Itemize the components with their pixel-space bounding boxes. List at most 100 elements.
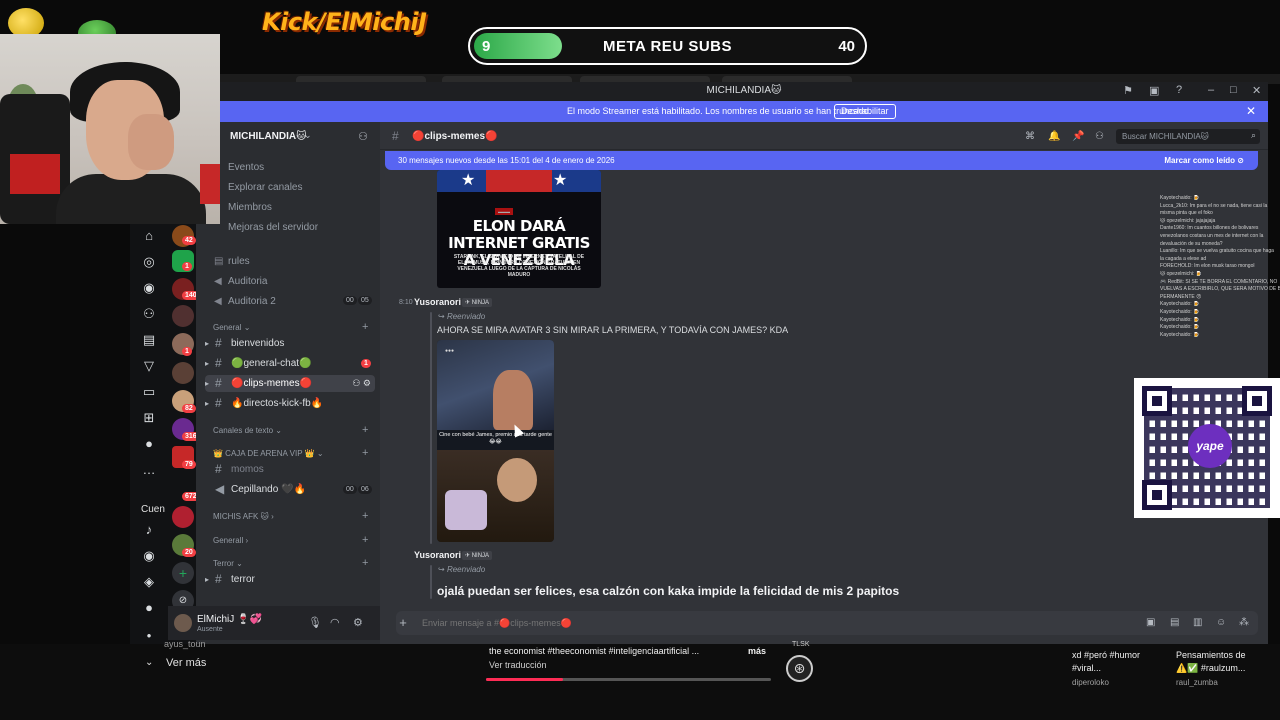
add-icon[interactable]: ⊞ — [138, 410, 160, 426]
message-author[interactable]: Yusoranori — [414, 297, 461, 307]
username[interactable]: ElMichiJ 🍷💞 — [197, 614, 262, 625]
sidebar-item-events[interactable]: Eventos — [214, 162, 264, 173]
add-channel-icon[interactable]: + — [362, 321, 368, 333]
new-messages-bar[interactable]: 30 mensajes nuevos desde las 15:01 del 4… — [385, 151, 1258, 170]
settings-icon[interactable]: ⚇ ⚙ — [352, 375, 371, 392]
disable-streamer-button[interactable]: Deshabilitar — [834, 104, 896, 119]
add-channel-icon[interactable]: + — [362, 534, 368, 546]
server-badge: 79 — [182, 460, 196, 469]
emoji-icon[interactable]: ☺ — [1216, 617, 1226, 628]
hash-icon: # — [215, 336, 222, 350]
tiktok-icon[interactable]: ♪ — [138, 522, 160, 537]
video-progress-bar[interactable] — [486, 678, 771, 681]
screen: x8 x2 Kick/ElMichiJ 9 META REU SUBS 40 M… — [0, 0, 1280, 720]
category-vip[interactable]: 👑 CAJA DE ARENA VIP 👑 ⌄ — [213, 449, 324, 458]
channel-clips-memes[interactable]: ▸ # 🔴clips-memes🔴 ⚇ ⚙ — [205, 375, 375, 392]
kick-chat-line: 🐱 opezelmichi: jajajajaja — [1160, 217, 1216, 224]
more-icon[interactable]: … — [138, 462, 160, 477]
avatar-small-icon[interactable]: • — [138, 628, 160, 643]
user-icon[interactable]: ● — [138, 600, 160, 615]
speaker-icon: ◀ — [215, 482, 225, 496]
channel-bienvenidos[interactable]: ▸ # bienvenidos — [205, 335, 375, 352]
apps-icon[interactable]: ⁂ — [1239, 617, 1249, 628]
bell-icon[interactable]: 🔔 — [1048, 131, 1060, 142]
category-general[interactable]: General ⌄ — [213, 323, 250, 332]
attach-plus-icon[interactable]: + — [396, 615, 410, 630]
server-name: MICHILANDIA🐱 — [230, 131, 307, 142]
channel-rules[interactable]: ▤ rules — [214, 256, 250, 267]
headphones-icon[interactable]: ◠ — [330, 616, 340, 629]
add-channel-icon[interactable]: + — [362, 557, 368, 569]
channel-directos-kick-fb[interactable]: ▸ # 🔥directos-kick-fb🔥 — [205, 395, 375, 412]
friends-icon[interactable]: ⚇ — [138, 306, 160, 322]
search-input[interactable]: Buscar MICHILANDIA🐱 ⌕ — [1116, 129, 1260, 144]
hash-icon: # — [215, 396, 222, 410]
home-icon[interactable]: ⌂ — [138, 228, 160, 243]
gear-icon[interactable]: ⚙ — [353, 616, 363, 629]
video-card-user: diperoloko — [1072, 678, 1109, 687]
server-icon[interactable] — [172, 362, 194, 384]
sidebar-item-label: Explorar canales — [228, 182, 303, 193]
add-server-icon[interactable]: + — [172, 562, 194, 584]
channel-momos[interactable]: # momos — [205, 461, 375, 478]
message-input[interactable] — [422, 618, 1122, 628]
flag-icon[interactable]: ⚑ — [1123, 84, 1133, 97]
voice-channel-auditoria-2[interactable]: ◀ Auditoria 2 — [214, 296, 276, 307]
message-icon[interactable]: ▭ — [138, 384, 160, 400]
creator-avatar[interactable]: ⊛ — [786, 655, 813, 682]
server-icon[interactable] — [172, 506, 194, 528]
video-card-title[interactable]: Pensamientos de ⚠️✅ #raulzum... — [1176, 649, 1246, 675]
send-icon[interactable]: ▽ — [138, 358, 160, 374]
record-icon[interactable]: ◉ — [138, 548, 160, 564]
kick-chat-line: FORECHOLD: Im elon musk tarao mongol — [1160, 263, 1255, 270]
pin-icon[interactable]: 📌 — [1072, 131, 1084, 142]
add-channel-icon[interactable]: + — [362, 510, 368, 522]
compass-icon[interactable]: ◎ — [138, 254, 160, 270]
threads-icon[interactable]: ⌘ — [1025, 131, 1035, 142]
channel-terror[interactable]: ▸ # terror — [205, 571, 375, 588]
category-canales-de-texto[interactable]: Canales de texto ⌄ — [213, 426, 282, 435]
avatar[interactable] — [174, 614, 192, 632]
kick-chat-line: devaluación de su moneda? — [1160, 240, 1223, 247]
gift-icon[interactable]: ▣ — [1146, 617, 1155, 628]
message-author[interactable]: Yusoranori — [414, 550, 461, 560]
avatar-icon[interactable]: ● — [138, 436, 160, 451]
add-channel-icon[interactable]: + — [362, 424, 368, 436]
kick-chat-line: Dante1960: Im cuantos billones de boliva… — [1160, 225, 1259, 232]
sticker-icon[interactable]: ▥ — [1193, 617, 1202, 628]
voice-channel-auditoria[interactable]: ◀ Auditoria — [214, 276, 267, 287]
server-header[interactable]: MICHILANDIA🐱 ⌄ ⚇ — [200, 125, 378, 147]
close-icon[interactable]: ✕ — [1252, 84, 1261, 97]
sidebar-item-boosts[interactable]: Mejoras del servidor — [214, 222, 318, 233]
server-badge: 82 — [182, 404, 196, 413]
add-channel-icon[interactable]: + — [362, 447, 368, 459]
screen-icon[interactable]: ▣ — [1149, 84, 1159, 97]
category-michis-afk[interactable]: MICHIS AFK 🐱 › — [213, 512, 274, 521]
news-image-attachment[interactable]: ★ ★ ▬▬▬ ELON DARÁ INTERNET GRATIS A VENE… — [437, 170, 601, 288]
add-member-icon[interactable]: ⚇ — [358, 130, 368, 143]
server-icon[interactable] — [172, 305, 194, 327]
minimize-icon[interactable]: – — [1208, 84, 1214, 96]
mic-icon[interactable]: 🎙 — [308, 616, 322, 629]
sidebar-item-explore[interactable]: Explorar canales — [214, 182, 302, 193]
video-card-title[interactable]: xd #peró #humor #viral... — [1072, 649, 1140, 675]
channel-general-chat[interactable]: ▸ # 🟢general-chat🟢 — [205, 355, 375, 372]
profile-icon[interactable]: ◉ — [138, 280, 160, 296]
sidebar-item-members[interactable]: Miembros — [214, 202, 272, 213]
more-link[interactable]: más — [748, 646, 766, 656]
category-generall[interactable]: Generall › — [213, 536, 248, 545]
category-label: MICHIS AFK 🐱 — [213, 512, 269, 521]
members-list-icon[interactable]: ⚇ — [1095, 131, 1104, 142]
close-banner-icon[interactable]: ✕ — [1246, 104, 1256, 118]
stream-channel-title: Kick/ElMichiJ — [262, 8, 427, 36]
maximize-icon[interactable]: □ — [1230, 84, 1237, 96]
target-icon[interactable]: ◈ — [138, 574, 160, 590]
see-translation-link[interactable]: Ver traducción — [489, 660, 547, 670]
tv-icon[interactable]: ▤ — [138, 332, 160, 348]
mark-as-read-button[interactable]: Marcar como leído ⊘ — [1164, 156, 1244, 165]
see-more-link[interactable]: Ver más — [166, 657, 206, 669]
video-attachment[interactable]: ●●● Cine con bebé James, premio a la tar… — [437, 340, 554, 542]
help-icon[interactable]: ? — [1176, 84, 1182, 96]
gif-icon[interactable]: ▤ — [1170, 617, 1179, 628]
category-terror[interactable]: Terror ⌄ — [213, 559, 243, 568]
